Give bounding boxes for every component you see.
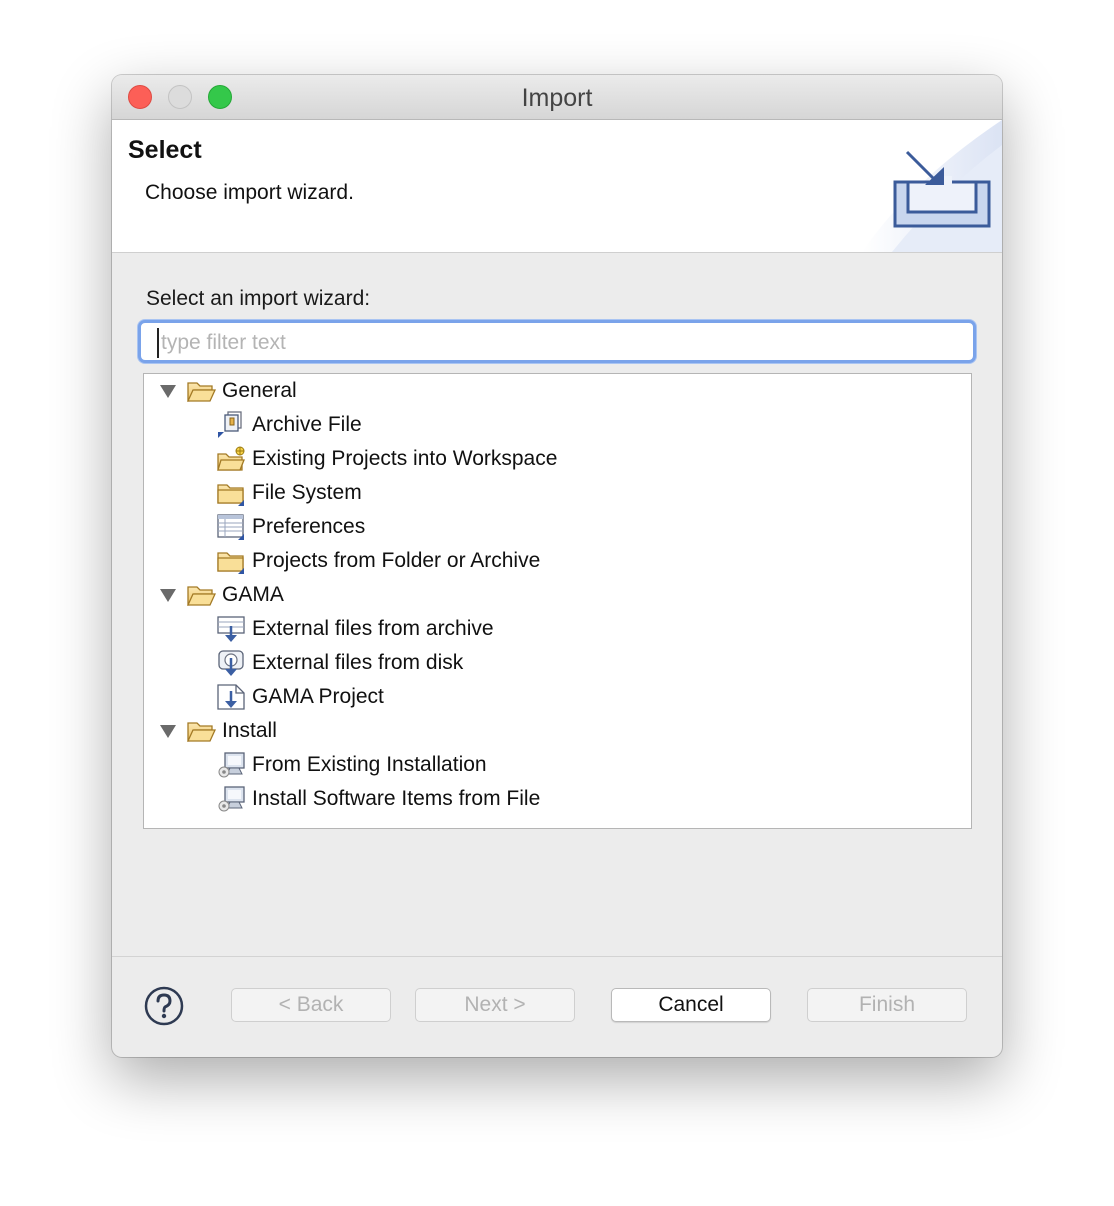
page-description: Choose import wizard.: [145, 181, 354, 204]
folder-icon: [217, 484, 244, 506]
preferences-icon: [217, 514, 244, 540]
tree-item-external-disk[interactable]: External files from disk: [216, 646, 463, 680]
back-button[interactable]: < Back: [231, 988, 391, 1022]
tree-label: External files from archive: [252, 617, 494, 640]
tree-node-general[interactable]: General: [160, 374, 297, 408]
existing-projects-icon: [217, 446, 245, 471]
tree-label: GAMA: [222, 583, 284, 606]
button-bar-divider: [112, 956, 1002, 957]
tree-label: GAMA Project: [252, 685, 384, 708]
external-archive-icon: [217, 616, 245, 642]
tree-label: Preferences: [252, 515, 366, 538]
next-button[interactable]: Next >: [415, 988, 575, 1022]
tree-item-install-software-items[interactable]: Install Software Items from File: [216, 782, 540, 816]
finish-button[interactable]: Finish: [807, 988, 967, 1022]
tree-label: Projects from Folder or Archive: [252, 549, 541, 572]
tree-item-file-system[interactable]: File System: [216, 476, 362, 510]
folder-open-icon: [186, 382, 216, 402]
tree-label: Archive File: [252, 413, 362, 436]
title-bar[interactable]: Import: [112, 75, 1002, 120]
folder-open-icon: [186, 722, 216, 742]
filter-field[interactable]: [138, 320, 976, 363]
wizard-tree[interactable]: General Archive File Existing Projects i…: [143, 373, 972, 829]
import-wizard-icon: [862, 120, 1002, 252]
tree-item-existing-projects[interactable]: Existing Projects into Workspace: [216, 442, 557, 476]
tree-item-external-archive[interactable]: External files from archive: [216, 612, 494, 646]
help-icon[interactable]: [144, 986, 184, 1026]
expand-triangle-icon[interactable]: [160, 588, 176, 602]
tree-item-preferences[interactable]: Preferences: [216, 510, 365, 544]
page-title: Select: [128, 136, 202, 164]
filter-input[interactable]: [157, 328, 953, 358]
tree-label: Existing Projects into Workspace: [252, 447, 558, 470]
tree-label: Install Software Items from File: [252, 787, 541, 810]
cancel-button[interactable]: Cancel: [611, 988, 771, 1022]
expand-triangle-icon[interactable]: [160, 724, 176, 738]
archive-file-icon: [218, 411, 242, 438]
tree-label: From Existing Installation: [252, 753, 487, 776]
tree-label: Install: [222, 719, 277, 742]
tree-item-projects-from-folder[interactable]: Projects from Folder or Archive: [216, 544, 540, 578]
window-title: Import: [521, 84, 593, 112]
tree-item-gama-project[interactable]: GAMA Project: [216, 680, 384, 714]
install-icon: [218, 752, 245, 778]
external-disk-icon: [218, 650, 244, 676]
tree-item-archive-file[interactable]: Archive File: [216, 408, 362, 442]
folder-icon: [217, 552, 244, 574]
tree-label: General: [222, 379, 297, 402]
import-dialog: Import Select Choose import wizard. Sele…: [112, 75, 1002, 1057]
gama-project-icon: [217, 684, 245, 710]
tree-node-install[interactable]: Install: [160, 714, 277, 748]
tree-label: External files from disk: [252, 651, 464, 674]
folder-open-icon: [186, 586, 216, 606]
expand-triangle-icon[interactable]: [160, 384, 176, 398]
tree-node-gama[interactable]: GAMA: [160, 578, 284, 612]
wizard-header: Select Choose import wizard.: [112, 120, 1002, 253]
install-icon: [218, 786, 245, 812]
select-wizard-label: Select an import wizard:: [146, 287, 371, 310]
tree-item-from-existing-installation[interactable]: From Existing Installation: [216, 748, 487, 782]
tree-label: File System: [252, 481, 362, 504]
